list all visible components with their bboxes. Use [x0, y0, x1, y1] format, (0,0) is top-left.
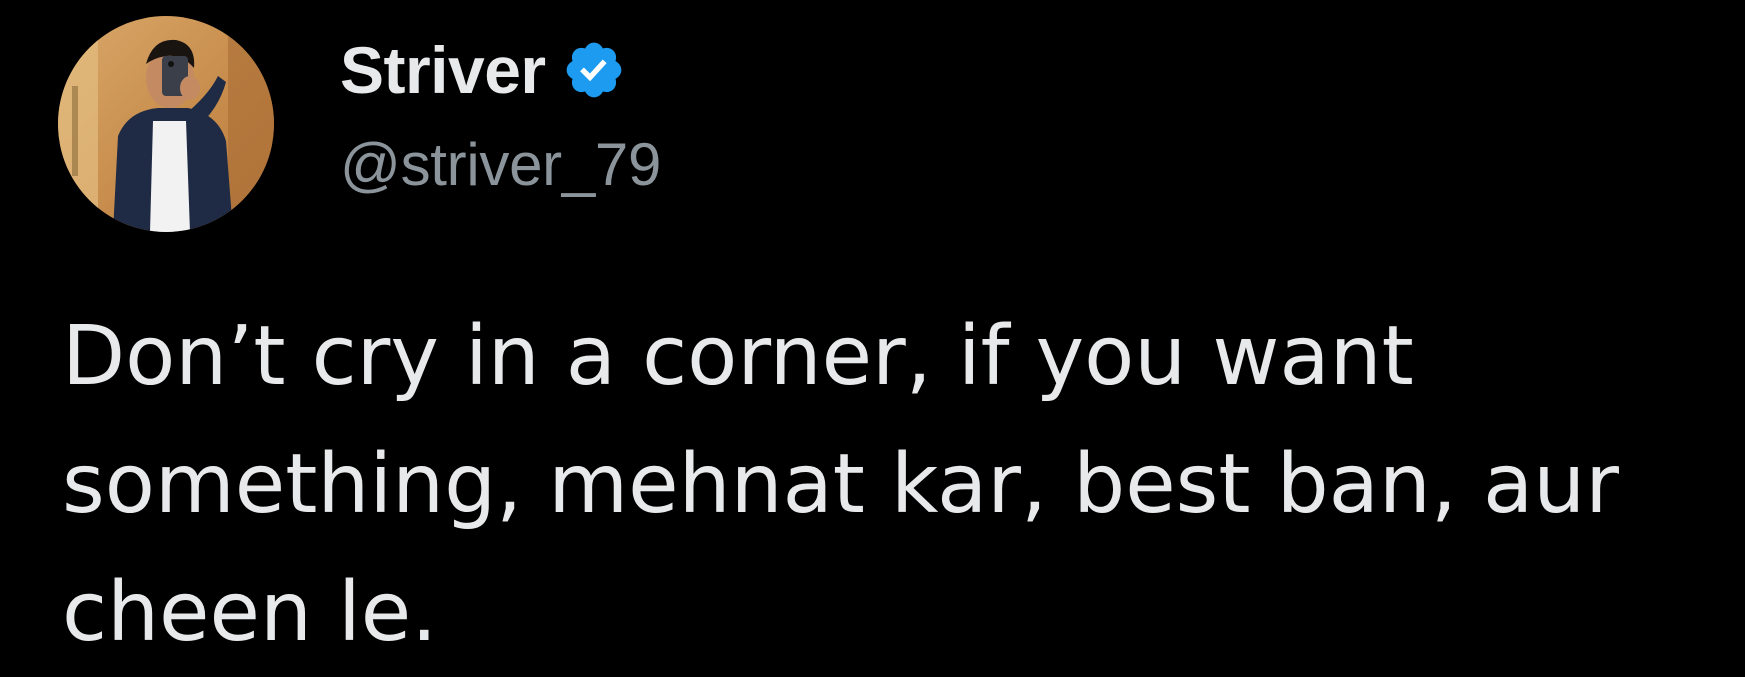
avatar-photo — [58, 16, 274, 232]
avatar[interactable] — [58, 16, 274, 232]
tweet-text: Don’t cry in a corner, if you want somet… — [62, 293, 1722, 677]
display-name[interactable]: Striver — [340, 32, 546, 108]
tweet-text-line: cheen le. — [62, 565, 438, 660]
tweet-card: Striver @striver_79 Don’t cry in a corne… — [0, 0, 1745, 660]
author-handle[interactable]: @striver_79 — [340, 130, 661, 199]
verified-badge-icon — [562, 38, 626, 102]
tweet-text-line: something, mehnat kar, best ban, aur — [62, 437, 1619, 532]
tweet-text-line: Don’t cry in a corner, if you want — [62, 309, 1414, 404]
author-name-row[interactable]: Striver — [340, 30, 626, 110]
